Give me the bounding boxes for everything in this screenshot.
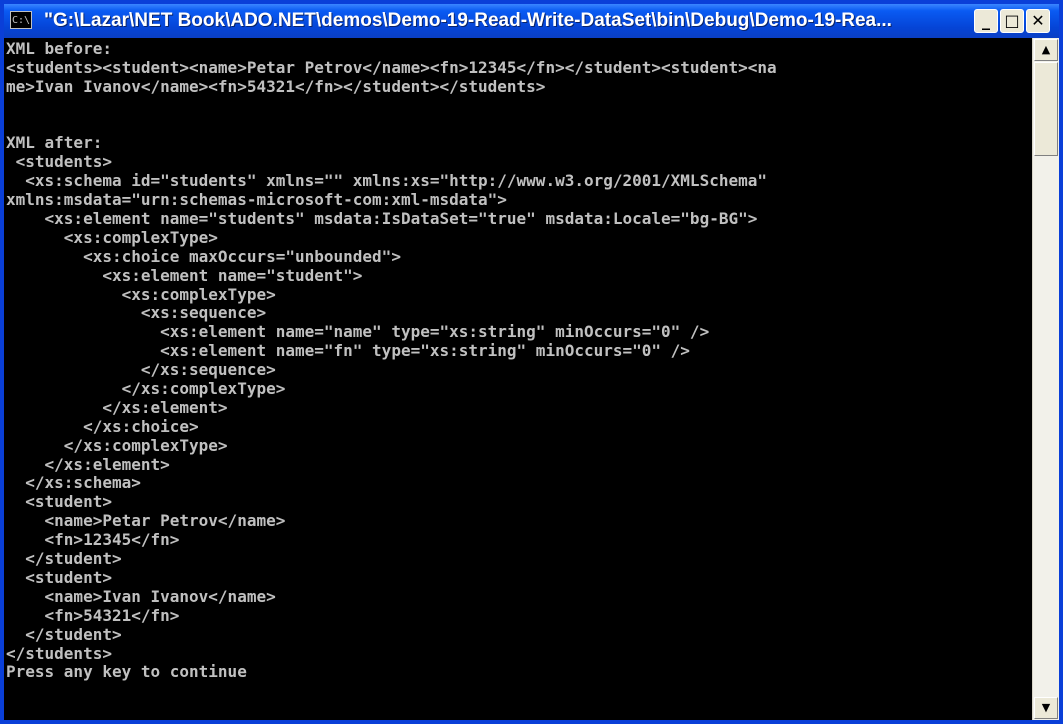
- console-line: <xs:element name="student">: [6, 265, 363, 285]
- console-line: me>Ivan Ivanov</name><fn>54321</fn></stu…: [6, 76, 546, 96]
- title-bar[interactable]: C:\ "G:\Lazar\NET Book\ADO.NET\demos\Dem…: [4, 4, 1059, 38]
- console-line: <xs:complexType>: [6, 227, 218, 247]
- console-line: </xs:sequence>: [6, 360, 276, 380]
- console-line: </xs:schema>: [6, 473, 141, 493]
- maximize-button[interactable]: □: [1000, 9, 1024, 33]
- vertical-scrollbar[interactable]: ▲ ▼: [1032, 38, 1059, 720]
- console-line: <student>: [6, 492, 112, 512]
- console-line: <xs:element name="fn" type="xs:string" m…: [6, 341, 690, 361]
- console-line: <xs:sequence>: [6, 303, 267, 323]
- console-line: <name>Ivan Ivanov</name>: [6, 586, 276, 606]
- console-line: <students><student><name>Petar Petrov</n…: [6, 57, 777, 77]
- console-line: <xs:complexType>: [6, 284, 276, 304]
- console-line: </xs:choice>: [6, 416, 199, 436]
- window-title: "G:\Lazar\NET Book\ADO.NET\demos\Demo-19…: [44, 10, 892, 31]
- close-button[interactable]: ✕: [1026, 9, 1050, 33]
- console-line: XML before:: [6, 39, 112, 58]
- console-line: </student>: [6, 549, 122, 569]
- console-line: </students>: [6, 643, 112, 663]
- console-line: <fn>54321</fn>: [6, 605, 180, 625]
- console-line: XML after:: [6, 133, 103, 153]
- console-line: <xs:element name="students" msdata:IsDat…: [6, 209, 758, 229]
- console-line: </xs:element>: [6, 454, 170, 474]
- console-line: </xs:element>: [6, 397, 228, 417]
- console-line: <students>: [6, 152, 112, 172]
- console-line: <xs:schema id="students" xmlns="" xmlns:…: [6, 171, 767, 191]
- scroll-down-arrow-icon[interactable]: ▼: [1034, 697, 1058, 719]
- console-window: C:\ "G:\Lazar\NET Book\ADO.NET\demos\Dem…: [0, 0, 1063, 724]
- console-icon[interactable]: C:\: [10, 11, 32, 29]
- minimize-button[interactable]: _: [974, 9, 998, 33]
- console-line: <name>Petar Petrov</name>: [6, 511, 286, 531]
- console-line: xmlns:msdata="urn:schemas-microsoft-com:…: [6, 190, 507, 210]
- console-text: XML before: <students><student><name>Peta…: [4, 38, 1032, 682]
- scroll-thumb[interactable]: [1034, 62, 1058, 156]
- scroll-up-arrow-icon[interactable]: ▲: [1034, 39, 1058, 61]
- console-line: <student>: [6, 567, 112, 587]
- console-line: </xs:complexType>: [6, 379, 286, 399]
- console-output[interactable]: XML before: <students><student><name>Peta…: [4, 38, 1032, 720]
- console-line: Press any key to continue: [6, 662, 247, 682]
- console-line: <xs:element name="name" type="xs:string"…: [6, 322, 710, 342]
- console-line: </xs:complexType>: [6, 435, 228, 455]
- console-line: <fn>12345</fn>: [6, 530, 180, 550]
- console-line: <xs:choice maxOccurs="unbounded">: [6, 246, 401, 266]
- console-line: </student>: [6, 624, 122, 644]
